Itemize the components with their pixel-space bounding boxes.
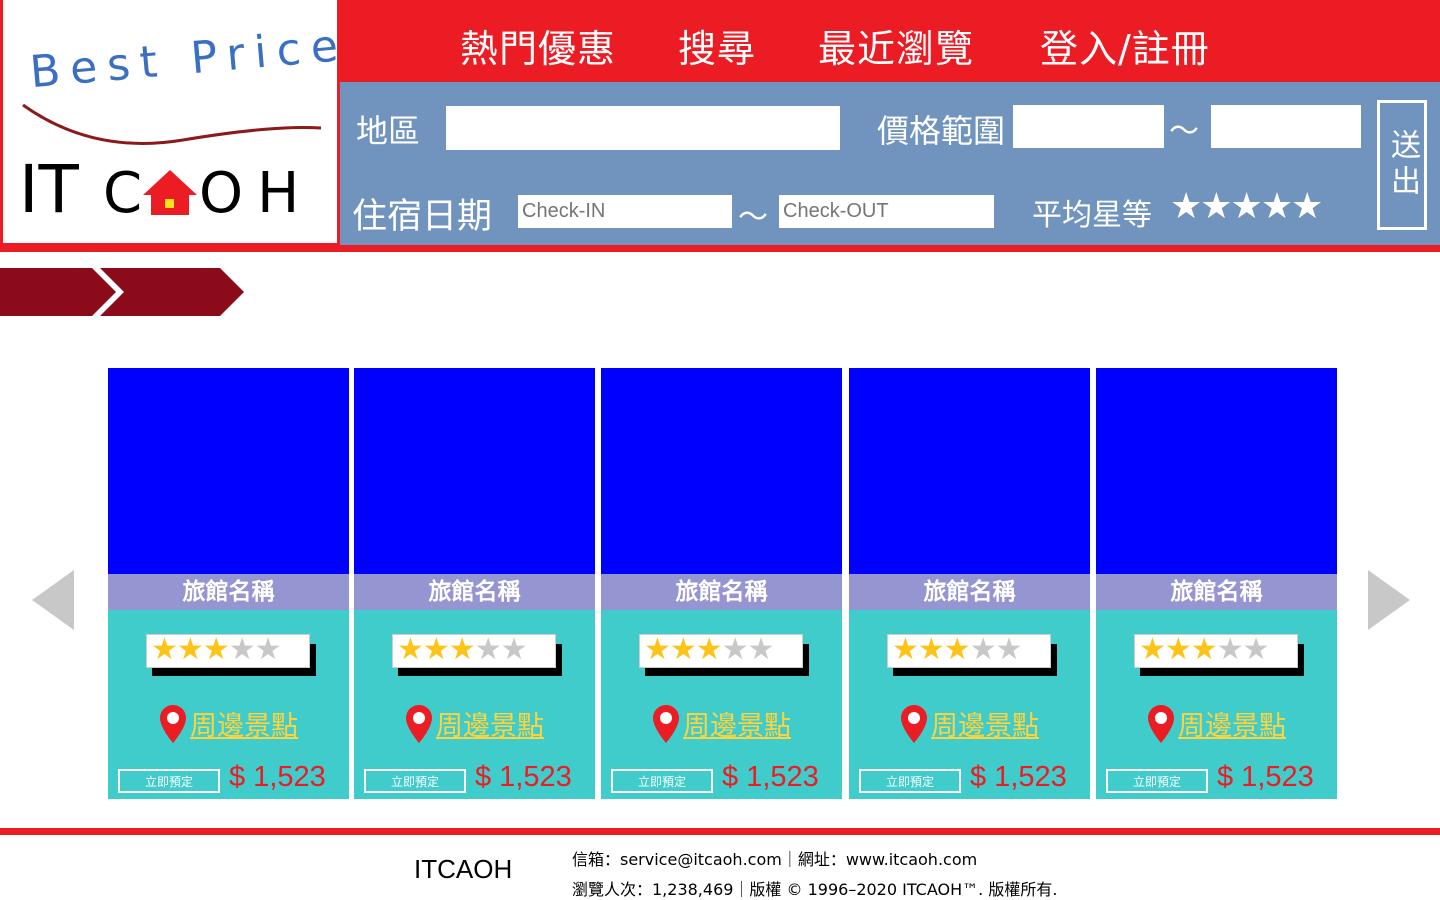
price-min-input[interactable]	[1013, 105, 1164, 148]
nearby-label[interactable]: 周邊景點	[1178, 704, 1286, 743]
nearby-attractions-link[interactable]: 周邊景點	[1148, 704, 1286, 743]
stars-empty: ★★	[969, 634, 1023, 667]
hotel-card-body: ★★★★★ 周邊景點 立即預定 $ 1,523	[108, 610, 349, 799]
hotel-name: 旅館名稱	[354, 574, 595, 610]
book-now-button[interactable]: 立即預定	[364, 769, 466, 793]
hotel-image[interactable]	[849, 368, 1090, 574]
hotel-rating: ★★★★★	[887, 634, 1051, 668]
hotel-image[interactable]	[108, 368, 349, 574]
hotel-card-body: ★★★★★ 周邊景點 立即預定 $ 1,523	[354, 610, 595, 799]
chevron-right-icon[interactable]	[1368, 570, 1410, 630]
stars-empty: ★★	[721, 634, 775, 667]
stars-filled: ★★★	[1139, 634, 1218, 667]
hotel-rating: ★★★★★	[1134, 634, 1298, 668]
book-now-button[interactable]: 立即預定	[611, 769, 713, 793]
nearby-attractions-link[interactable]: 周邊景點	[160, 704, 298, 743]
hotel-price: $ 1,523	[1217, 761, 1314, 793]
chevron-left-icon[interactable]	[32, 570, 74, 630]
hotel-card-body: ★★★★★ 周邊景點 立即預定 $ 1,523	[601, 610, 842, 799]
stars-filled: ★★★	[644, 634, 723, 667]
nearby-attractions-link[interactable]: 周邊景點	[901, 704, 1039, 743]
nearby-label[interactable]: 周邊景點	[931, 704, 1039, 743]
nearby-label[interactable]: 周邊景點	[436, 704, 544, 743]
nearby-label[interactable]: 周邊景點	[190, 704, 298, 743]
nearby-label[interactable]: 周邊景點	[683, 704, 791, 743]
location-pin-icon	[901, 704, 927, 743]
hotel-name: 旅館名稱	[1096, 574, 1337, 610]
nav-hot-deals[interactable]: 熱門優惠	[460, 18, 616, 73]
stars-filled: ★★★	[397, 634, 476, 667]
hotel-card-body: ★★★★★ 周邊景點 立即預定 $ 1,523	[1096, 610, 1337, 799]
nav-recent[interactable]: 最近瀏覽	[818, 18, 974, 73]
hotel-name: 旅館名稱	[849, 574, 1090, 610]
stars-filled: ★★★	[892, 634, 971, 667]
book-now-button[interactable]: 立即預定	[1106, 769, 1208, 793]
footer-divider	[0, 828, 1440, 835]
hotel-card[interactable]: 旅館名稱 ★★★★★ 周邊景點 立即預定 $ 1,523	[601, 368, 842, 799]
search-panel: 地區 價格範圍 〜 住宿日期 〜 平均星等 ★★★★★ 送出	[340, 82, 1440, 245]
region-input[interactable]	[446, 106, 840, 150]
location-pin-icon	[160, 704, 186, 743]
hotel-price: $ 1,523	[722, 761, 819, 793]
region-label: 地區	[356, 112, 421, 150]
checkout-input[interactable]	[779, 195, 994, 228]
hotel-card[interactable]: 旅館名稱 ★★★★★ 周邊景點 立即預定 $ 1,523	[354, 368, 595, 799]
logo-tagline: Best Price	[28, 20, 343, 99]
price-separator: 〜	[1169, 114, 1199, 149]
rating-filter-stars[interactable]: ★★★★★	[1170, 186, 1323, 227]
hotel-rating: ★★★★★	[639, 634, 803, 668]
house-icon	[143, 170, 197, 215]
section-banner	[0, 268, 244, 316]
location-pin-icon	[1148, 704, 1174, 743]
hotel-card[interactable]: 旅館名稱 ★★★★★ 周邊景點 立即預定 $ 1,523	[849, 368, 1090, 799]
price-max-input[interactable]	[1211, 105, 1361, 148]
hotel-rating: ★★★★★	[146, 634, 310, 668]
footer-contact: 信箱：service@itcaoh.com｜網址：www.itcaoh.com	[572, 850, 978, 869]
logo-brand-left: IT	[19, 151, 79, 228]
nearby-attractions-link[interactable]: 周邊景點	[406, 704, 544, 743]
book-now-button[interactable]: 立即預定	[118, 769, 220, 793]
location-pin-icon	[653, 704, 679, 743]
hotel-image[interactable]	[1096, 368, 1337, 574]
hotel-card[interactable]: 旅館名稱 ★★★★★ 周邊景點 立即預定 $ 1,523	[1096, 368, 1337, 799]
logo-brand-right: OH	[199, 161, 313, 226]
header-divider	[0, 245, 1440, 252]
footer-brand: ITCAOH	[414, 854, 513, 884]
hotel-image[interactable]	[601, 368, 842, 574]
hotel-card-body: ★★★★★ 周邊景點 立即預定 $ 1,523	[849, 610, 1090, 799]
stars-empty: ★★	[474, 634, 528, 667]
stay-date-label: 住宿日期	[352, 197, 493, 237]
nav-login-register[interactable]: 登入/註冊	[1040, 18, 1210, 73]
checkin-input[interactable]	[518, 195, 732, 228]
hotel-price: $ 1,523	[475, 761, 572, 793]
location-pin-icon	[406, 704, 432, 743]
footer-copyright: 瀏覽人次：1,238,469｜版權 © 1996–2020 ITCAOH™. 版…	[572, 880, 1058, 899]
nearby-attractions-link[interactable]: 周邊景點	[653, 704, 791, 743]
hotel-name: 旅館名稱	[108, 574, 349, 610]
avg-rating-label: 平均星等	[1032, 198, 1152, 233]
hotel-rating: ★★★★★	[392, 634, 556, 668]
top-nav: 熱門優惠 搜尋 最近瀏覽 登入/註冊	[340, 0, 1440, 82]
hotel-image[interactable]	[354, 368, 595, 574]
date-separator: 〜	[738, 200, 768, 235]
stars-empty: ★★	[228, 634, 282, 667]
stars-empty: ★★	[1216, 634, 1270, 667]
book-now-button[interactable]: 立即預定	[859, 769, 961, 793]
hotel-card[interactable]: 旅館名稱 ★★★★★ 周邊景點 立即預定 $ 1,523	[108, 368, 349, 799]
logo-brand-c: C	[103, 161, 142, 226]
price-range-label: 價格範圍	[877, 112, 1006, 150]
hotel-name: 旅館名稱	[601, 574, 842, 610]
site-logo[interactable]: Best Price IT C OH	[0, 0, 343, 246]
hotel-price: $ 1,523	[970, 761, 1067, 793]
nav-search[interactable]: 搜尋	[678, 18, 756, 73]
stars-filled: ★★★	[151, 634, 230, 667]
submit-button[interactable]: 送出	[1377, 100, 1427, 230]
hotel-price: $ 1,523	[229, 761, 326, 793]
